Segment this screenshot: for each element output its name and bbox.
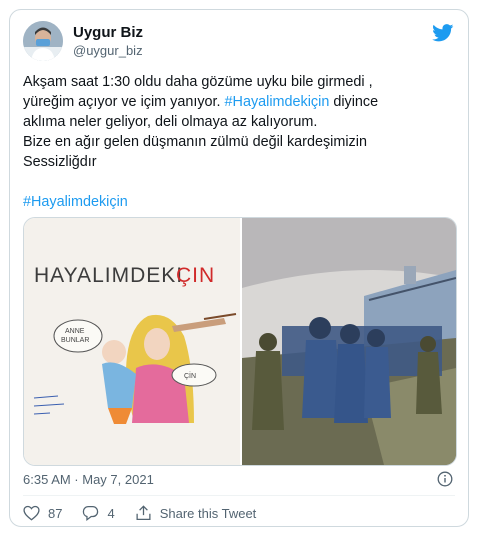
drawing-bubble-left bbox=[53, 319, 103, 353]
tweet-meta: 6:35 AM · May 7, 2021 bbox=[23, 468, 455, 492]
tweet-line: aklıma neler geliyor, deli olmaya az kal… bbox=[23, 114, 318, 130]
timestamp[interactable]: 6:35 AM · May 7, 2021 bbox=[23, 472, 154, 487]
painting-guard-body bbox=[416, 352, 442, 414]
painting-guard-head bbox=[420, 336, 436, 352]
drawing-title-red: ÇIN bbox=[176, 264, 215, 287]
tweet-line: Sessizliğdır bbox=[23, 154, 97, 170]
tweet-line: Bize en ağır gelen düşmanın zülmü değil … bbox=[23, 134, 367, 150]
tweet-text-segment: diyince bbox=[329, 94, 379, 110]
share-button[interactable]: Share this Tweet bbox=[135, 505, 257, 521]
like-button[interactable]: 87 bbox=[23, 505, 62, 521]
hashtag-link[interactable]: #Hayalimdekiçin bbox=[225, 94, 330, 110]
author-name[interactable]: Uygur Biz bbox=[73, 24, 143, 41]
reply-icon bbox=[83, 505, 99, 521]
media-images: HAYALIMDEKI ÇIN ANNE BUNLAR ÇİN bbox=[24, 218, 456, 465]
painting-guard-head bbox=[259, 333, 277, 351]
painting-image[interactable] bbox=[242, 218, 456, 465]
twitter-bird-icon[interactable] bbox=[432, 24, 454, 42]
tweet-text-segment: yüreğim açıyor ve içim yanıyor. bbox=[23, 94, 225, 110]
drawing-bubble-right-text: ÇİN bbox=[184, 371, 196, 380]
drawing-bubble-left-text: BUNLAR bbox=[61, 337, 89, 344]
reply-count: 4 bbox=[107, 505, 115, 521]
avatar[interactable] bbox=[23, 21, 63, 61]
hashtag-link[interactable]: #Hayalimdekiçin bbox=[23, 194, 128, 210]
divider bbox=[23, 495, 455, 496]
info-icon[interactable] bbox=[437, 471, 453, 487]
drawing-bubble-left-text: ANNE bbox=[65, 328, 85, 335]
drawing-image[interactable]: HAYALIMDEKI ÇIN ANNE BUNLAR ÇİN bbox=[24, 218, 240, 465]
drawing-child-face bbox=[102, 340, 126, 364]
painting-tower bbox=[404, 266, 416, 284]
painting-prisoner-head bbox=[340, 324, 360, 344]
author-handle[interactable]: @uygur_biz bbox=[73, 43, 143, 58]
painting-guard-body bbox=[252, 351, 284, 430]
tweet-line: Akşam saat 1:30 oldu daha gözüme uyku bi… bbox=[23, 74, 373, 90]
reply-button[interactable]: 4 bbox=[82, 505, 115, 521]
painting-prisoner-head bbox=[367, 329, 385, 347]
painting-prisoner-head bbox=[309, 317, 331, 339]
painting-prisoner-body bbox=[334, 344, 368, 423]
share-label: Share this Tweet bbox=[159, 505, 257, 521]
tweet-media[interactable]: HAYALIMDEKI ÇIN ANNE BUNLAR ÇİN bbox=[23, 217, 457, 466]
share-icon bbox=[136, 505, 151, 521]
painting-prisoner-body bbox=[364, 347, 391, 418]
tweet-line: #Hayalimdekiçin bbox=[23, 192, 453, 212]
tweet-text: Akşam saat 1:30 oldu daha gözüme uyku bi… bbox=[23, 72, 453, 212]
drawing-title-black: HAYALIMDEKI bbox=[34, 264, 183, 287]
heart-icon bbox=[23, 505, 40, 521]
tweet-card[interactable]: Uygur Biz @uygur_biz Akşam saat 1:30 old… bbox=[9, 9, 469, 527]
drawing-mother-face bbox=[144, 328, 170, 360]
avatar-image bbox=[23, 21, 63, 61]
tweet-line: yüreğim açıyor ve içim yanıyor. #Hayalim… bbox=[23, 92, 453, 112]
like-count: 87 bbox=[48, 505, 63, 521]
tweet-spacer bbox=[23, 172, 453, 192]
media-divider bbox=[240, 218, 242, 465]
tweet-actions: 87 4 Share this Tweet bbox=[23, 503, 276, 523]
